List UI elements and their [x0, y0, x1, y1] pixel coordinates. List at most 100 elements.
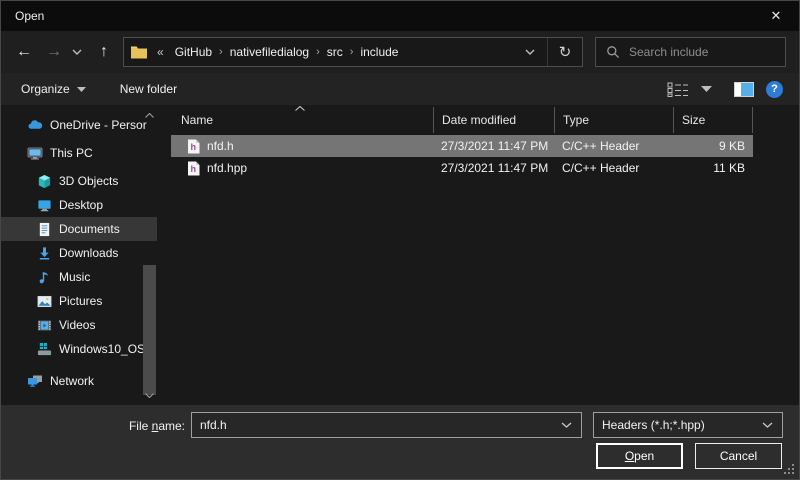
header-file-icon: h [187, 161, 200, 176]
picture-icon [37, 294, 52, 309]
sidebar-item-videos[interactable]: Videos [1, 313, 157, 337]
file-name-cell: h nfd.h [171, 139, 433, 154]
details-view-icon[interactable] [667, 82, 689, 97]
sidebar-item-desktop[interactable]: Desktop [1, 193, 157, 217]
cancel-button[interactable]: Cancel [695, 443, 782, 469]
open-button[interactable]: Open [596, 443, 683, 469]
back-button[interactable]: ← [13, 41, 35, 63]
up-button[interactable]: ↑ [93, 41, 115, 63]
file-row-nfd-h[interactable]: h nfd.h 27/3/2021 11:47 PM C/C++ Header … [171, 135, 753, 157]
list-header-row: Name Date modified Type Size [171, 105, 799, 135]
desktop-icon [37, 198, 52, 213]
breadcrumb-item-include[interactable]: include [353, 45, 405, 59]
column-header-size[interactable]: Size [673, 107, 753, 133]
breadcrumb-collapsed[interactable]: « [153, 45, 168, 59]
search-placeholder: Search include [629, 45, 708, 59]
view-options-caret-icon[interactable] [701, 86, 712, 92]
sidebar-item-network[interactable]: Network [1, 369, 157, 393]
sidebar-item-pictures[interactable]: Pictures [1, 289, 157, 313]
up-icon: ↑ [100, 43, 108, 60]
new-folder-label: New folder [120, 82, 177, 96]
dialog-footer: File name: nfd.h Headers (*.h;*.hpp) Ope… [1, 405, 799, 479]
navigation-sidebar: OneDrive - Persor This PC 3D Objects [1, 105, 161, 405]
breadcrumb-item-src[interactable]: src [320, 45, 350, 59]
navigation-bar: ← → ↑ « GitHub › nativefiledialog › src … [1, 31, 799, 73]
recent-locations-button[interactable] [69, 49, 85, 55]
sidebar-item-label: OneDrive - Persor [50, 118, 147, 132]
sidebar-item-windows10-os[interactable]: Windows10_OS ( [1, 337, 157, 361]
preview-pane-icon[interactable] [734, 82, 754, 97]
sidebar-item-label: Windows10_OS ( [59, 342, 152, 356]
drive-icon [37, 342, 52, 357]
open-dialog-window: Open ✕ ← → ↑ « GitHub › nativefiledialog… [0, 0, 800, 480]
sidebar-item-onedrive[interactable]: OneDrive - Persor [1, 113, 157, 137]
scroll-up-icon[interactable] [143, 109, 156, 121]
new-folder-button[interactable]: New folder [120, 82, 177, 96]
file-name-input[interactable]: nfd.h [191, 412, 582, 438]
sidebar-item-label: Downloads [59, 246, 118, 260]
resize-grip[interactable] [784, 464, 786, 466]
breadcrumb-item-nativefiledialog[interactable]: nativefiledialog [223, 45, 316, 59]
file-type-cell: C/C++ Header [554, 161, 673, 175]
sidebar-scrollbar[interactable] [143, 107, 156, 403]
file-name-dropdown-button[interactable] [561, 422, 581, 428]
scrollbar-thumb[interactable] [143, 265, 156, 395]
sidebar-item-label: Pictures [59, 294, 102, 308]
file-row-nfd-hpp[interactable]: h nfd.hpp 27/3/2021 11:47 PM C/C++ Heade… [171, 157, 753, 179]
computer-icon [27, 145, 43, 161]
download-arrow-icon [37, 246, 52, 261]
file-type-value: Headers (*.h;*.hpp) [602, 418, 705, 432]
refresh-button[interactable]: ↻ [548, 38, 582, 66]
address-dropdown-button[interactable] [513, 38, 547, 66]
svg-text:h: h [191, 142, 197, 152]
chevron-down-icon [762, 422, 773, 428]
help-icon: ? [771, 83, 778, 95]
sidebar-item-label: Music [59, 270, 90, 284]
breadcrumb-item-github[interactable]: GitHub [168, 45, 219, 59]
sort-ascending-icon [295, 106, 305, 111]
file-list: Name Date modified Type Size h nfd.h 27/… [171, 105, 799, 405]
video-film-icon [37, 318, 52, 333]
title-bar: Open ✕ [1, 1, 799, 31]
file-type-cell: C/C++ Header [554, 139, 673, 153]
window-title: Open [15, 9, 44, 23]
close-button[interactable]: ✕ [753, 1, 799, 31]
file-name-text: nfd.hpp [207, 161, 247, 175]
sidebar-item-label: Network [50, 374, 94, 388]
document-icon [37, 222, 52, 237]
sidebar-item-music[interactable]: Music [1, 265, 157, 289]
file-size-cell: 11 KB [673, 161, 753, 175]
sidebar-item-documents[interactable]: Documents [1, 217, 157, 241]
sidebar-item-label: 3D Objects [59, 174, 118, 188]
organize-button[interactable]: Organize [21, 82, 86, 96]
forward-icon: → [46, 43, 62, 60]
music-note-icon [37, 270, 52, 285]
sidebar-item-3d-objects[interactable]: 3D Objects [1, 169, 157, 193]
onedrive-cloud-icon [27, 117, 43, 133]
search-input[interactable]: Search include [595, 37, 786, 67]
column-header-type[interactable]: Type [554, 107, 673, 133]
sidebar-item-downloads[interactable]: Downloads [1, 241, 157, 265]
sidebar-item-label: Videos [59, 318, 95, 332]
chevron-down-icon [72, 49, 82, 55]
toolbar-right-group: ? [667, 81, 783, 98]
sidebar-item-this-pc[interactable]: This PC [1, 141, 157, 165]
column-header-date-modified[interactable]: Date modified [433, 107, 554, 133]
forward-button[interactable]: → [43, 41, 65, 63]
file-type-dropdown-button[interactable] [762, 422, 782, 428]
cube-icon [37, 174, 52, 189]
file-date-cell: 27/3/2021 11:47 PM [433, 139, 554, 153]
command-toolbar: Organize New folder ? [1, 73, 799, 105]
close-icon: ✕ [771, 8, 782, 24]
chevron-down-icon [561, 422, 572, 428]
search-icon [606, 45, 620, 59]
breadcrumb[interactable]: « GitHub › nativefiledialog › src › incl… [123, 37, 583, 67]
main-area: OneDrive - Persor This PC 3D Objects [1, 105, 799, 405]
help-button[interactable]: ? [766, 81, 783, 98]
refresh-icon: ↻ [559, 43, 572, 61]
file-type-select[interactable]: Headers (*.h;*.hpp) [593, 412, 783, 438]
scroll-down-icon[interactable] [143, 389, 156, 401]
sidebar-item-label: Documents [59, 222, 120, 236]
chevron-down-icon [525, 49, 535, 55]
organize-label: Organize [21, 82, 70, 96]
